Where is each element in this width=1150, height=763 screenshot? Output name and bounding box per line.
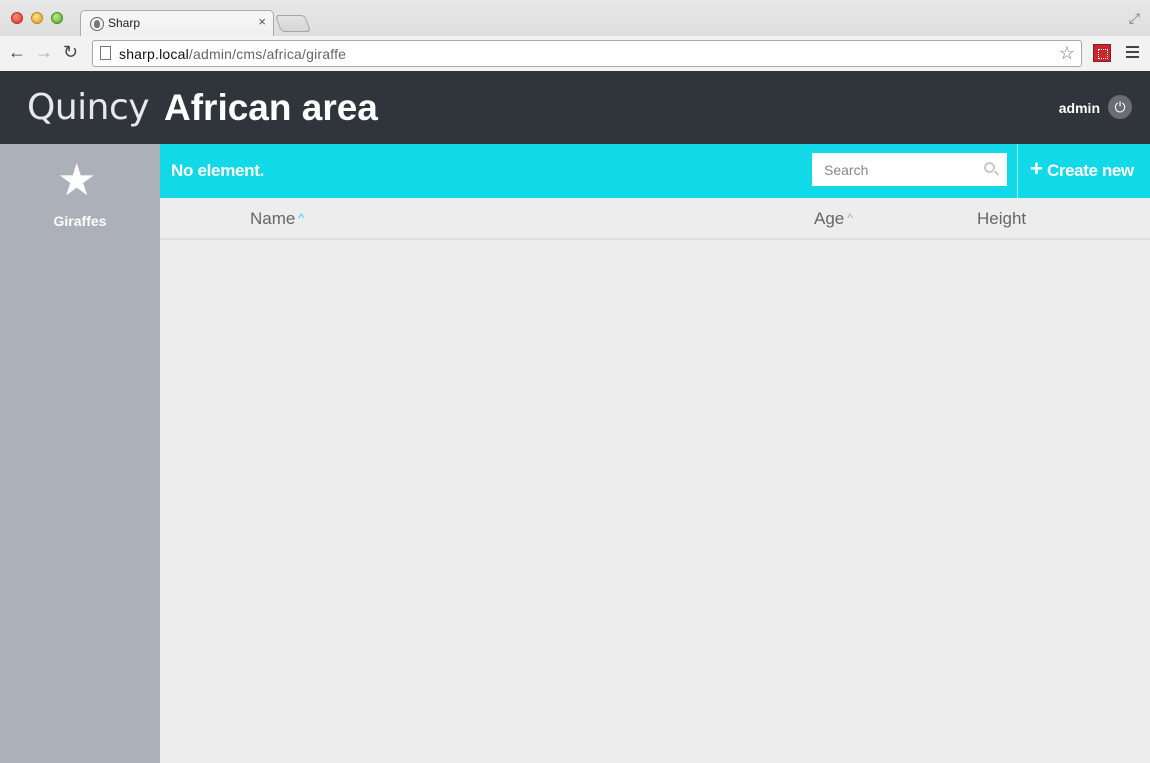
logout-power-icon[interactable]: ⏻: [1108, 95, 1132, 119]
column-header-label: Age: [814, 209, 845, 228]
page-icon: [100, 46, 111, 60]
browser-chrome: Sharp × ⤢ ← → ↻ sharp.local/admin/cms/af…: [0, 0, 1150, 71]
tab-strip: Sharp × ⤢: [0, 0, 1150, 37]
extension-icon[interactable]: [1093, 44, 1111, 62]
list-toolbar: No element. + Create new: [160, 144, 1150, 198]
sort-chevron-up-icon[interactable]: ^: [847, 211, 853, 225]
table-header: Name ^ Age ^ Height: [160, 198, 1150, 240]
search-box: [812, 153, 1007, 186]
tab-title: Sharp: [108, 16, 141, 30]
window-close-icon[interactable]: [11, 12, 23, 24]
browser-menu-icon[interactable]: [1126, 46, 1139, 61]
search-icon[interactable]: [984, 162, 995, 173]
url-text[interactable]: sharp.local/admin/cms/africa/giraffe: [119, 46, 346, 62]
table-body: [160, 240, 1150, 763]
forward-arrow-icon[interactable]: →: [35, 42, 53, 62]
plus-icon: +: [1030, 156, 1043, 181]
reload-icon[interactable]: ↻: [63, 42, 78, 62]
column-header-label: Height: [977, 209, 1027, 228]
address-bar[interactable]: sharp.local/admin/cms/africa/giraffe ☆: [92, 40, 1082, 67]
tab-close-icon[interactable]: ×: [258, 14, 266, 29]
browser-toolbar: ← → ↻ sharp.local/admin/cms/africa/giraf…: [0, 36, 1150, 71]
bookmark-star-icon[interactable]: ☆: [1059, 43, 1075, 64]
favicon-icon: [90, 17, 104, 31]
column-header-height: Height: [977, 209, 1026, 229]
column-header-name[interactable]: Name ^: [250, 209, 304, 229]
url-host: sharp.local: [119, 46, 189, 62]
browser-tab[interactable]: Sharp ×: [80, 10, 274, 37]
user-name: admin: [1058, 100, 1100, 116]
search-input[interactable]: [812, 153, 1007, 186]
back-arrow-icon[interactable]: ←: [8, 42, 26, 62]
sidebar: ★ Giraffes: [0, 144, 160, 763]
new-tab-button[interactable]: [274, 15, 312, 32]
empty-state-message: No element.: [171, 161, 265, 180]
column-header-label: Name: [250, 209, 296, 228]
fullscreen-icon[interactable]: ⤢: [1129, 10, 1140, 27]
sort-chevron-up-icon[interactable]: ^: [298, 211, 304, 225]
create-new-button[interactable]: + Create new: [1018, 144, 1150, 198]
app-header: Quincy African area admin ⏻: [0, 71, 1150, 144]
star-icon: ★: [57, 156, 97, 205]
create-new-label: Create new: [1047, 161, 1134, 180]
window-zoom-icon[interactable]: [51, 12, 63, 24]
window-minimize-icon[interactable]: [31, 12, 43, 24]
brand-logo[interactable]: Quincy: [27, 87, 150, 128]
sidebar-item-label: Giraffes: [53, 213, 107, 229]
page-title: African area: [164, 87, 378, 128]
url-path: /admin/cms/africa/giraffe: [188, 46, 347, 62]
column-header-age[interactable]: Age ^: [814, 209, 853, 229]
sidebar-item-giraffes[interactable]: ★ Giraffes: [0, 144, 160, 244]
